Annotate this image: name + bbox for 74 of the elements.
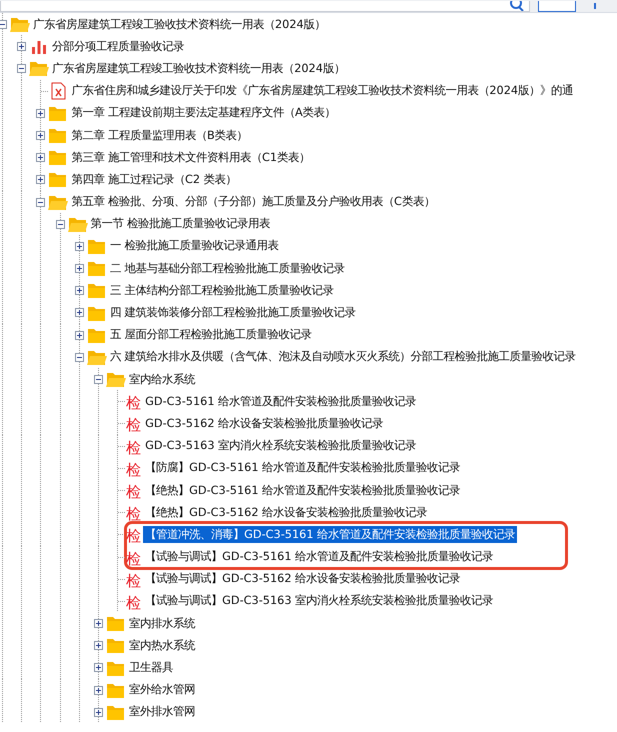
tree-item[interactable]: GD-C3-5162 给水设备安装检验批质量验收记录 [143, 414, 386, 432]
open-folder-icon [106, 370, 126, 388]
folder-icon [106, 614, 126, 632]
inspection-mark: 检 [126, 462, 142, 479]
tree-item[interactable]: 第三章 施工管理和技术文件资料用表（C1类表） [69, 148, 312, 166]
folder-icon [48, 126, 68, 144]
tree-item[interactable]: 二 地基与基础分部工程检验批施工质量验收记录 [108, 260, 346, 277]
inspection-mark: 检 [126, 506, 142, 524]
tree-item[interactable]: 五 屋面分部工程检验批施工质量验收记录 [108, 326, 314, 344]
tree-item[interactable]: 六 建筑给水排水及供暖（含气体、泡沫及自动喷水灭火系统）分部工程检验批施工质量验收记录 [108, 348, 578, 366]
search-icon[interactable] [510, 1, 524, 11]
tree-item[interactable]: 第一节 检验批施工质量验收记录用表 [88, 215, 272, 232]
tree-item[interactable]: 室内排水系统 [126, 614, 197, 632]
tree-item[interactable]: 室内给水系统 [126, 370, 197, 388]
expander-toggle[interactable] [74, 352, 84, 362]
tree-item[interactable]: 广东省房屋建筑工程竣工验收技术资料统一用表（2024版） [31, 16, 328, 33]
expander-toggle[interactable] [94, 663, 103, 672]
tree-item[interactable]: 【试验与调试】GD-C3-5161 给水管道及配件安装检验批质量验收记录 [143, 548, 496, 566]
folder-icon [86, 281, 107, 300]
inspection-mark: 检 [126, 484, 142, 502]
tree-item[interactable]: 【绝热】GD-C3-5162 给水设备安装检验批质量验收记录 [143, 504, 430, 521]
inspection-mark: 检 [126, 417, 142, 434]
expander-toggle[interactable] [74, 308, 84, 318]
tree-item[interactable]: 广东省房屋建筑工程竣工验收技术资料统一用表（2024版） [50, 60, 347, 77]
add-button[interactable] [538, 1, 576, 12]
expander-toggle[interactable] [74, 286, 84, 296]
tree-item[interactable]: 三 主体结构分部工程检验批施工质量验收记录 [108, 282, 336, 299]
inspection-mark: 检 [126, 528, 142, 546]
tree-item[interactable]: 第五章 检验批、分项、分部（子分部）施工质量及分户验收用表（C类表） [69, 193, 437, 210]
tree-item[interactable]: 【试验与调试】GD-C3-5162 给水设备安装检验批质量验收记录 [143, 570, 462, 588]
folder-icon [86, 259, 107, 278]
expander-toggle[interactable] [36, 108, 46, 118]
tree-item[interactable]: 第一章 工程建设前期主要法定基建程序文件（A类表） [69, 104, 338, 122]
tree-item[interactable]: GD-C3-5163 室内消火栓系统安装检验批质量验收记录 [143, 437, 418, 454]
tree-item[interactable]: 【绝热】GD-C3-5161 给水管道及配件安装检验批质量验收记录 [143, 482, 462, 499]
tree-item[interactable]: 第四章 施工过程记录（C2 类表） [69, 170, 239, 188]
expander-toggle[interactable] [56, 220, 65, 229]
expander-toggle[interactable] [94, 686, 103, 695]
expander-toggle[interactable] [17, 64, 26, 74]
tree-item[interactable]: 室外给水管网 [126, 681, 197, 698]
expander-toggle[interactable] [74, 330, 84, 340]
tree-item[interactable]: GD-C3-5161 给水管道及配件安装检验批质量验收记录 [143, 392, 418, 410]
folder-icon [48, 170, 68, 188]
tree-item[interactable]: 四 建筑装饰装修分部工程检验批施工质量验收记录 [108, 304, 358, 322]
inspection-mark: 检 [126, 594, 142, 612]
folder-icon [106, 636, 126, 654]
expander-toggle[interactable] [36, 153, 46, 162]
expander-toggle[interactable] [94, 641, 103, 650]
tree-item[interactable]: 广东省住房和城乡建设厅关于印发《广东省房屋建筑工程竣工验收技术资料统一用表（2024版）》的通 [69, 82, 576, 100]
tree-item[interactable]: 室外排水管网 [126, 703, 197, 720]
tree-item[interactable]: 【管道冲洗、消毒】GD-C3-5161 给水管道及配件安装检验批质量验收记录 [143, 526, 518, 543]
inspection-mark: 检 [126, 440, 142, 457]
expander-toggle[interactable] [74, 242, 84, 251]
tree-item[interactable]: 一 检验批施工质量验收记录通用表 [108, 237, 280, 254]
tree-item[interactable]: 【试验与调试】GD-C3-5163 室内消火栓系统安装检验批质量验收记录 [143, 592, 496, 610]
tree-item[interactable]: 室内热水系统 [126, 636, 197, 654]
expander-toggle[interactable] [94, 375, 103, 384]
folder-icon [48, 148, 68, 166]
expander-toggle[interactable] [94, 708, 103, 717]
expander-toggle[interactable] [36, 198, 46, 206]
open-folder-icon [10, 15, 30, 34]
inspection-mark: 检 [126, 395, 142, 412]
expander-toggle[interactable] [17, 42, 26, 52]
tree-item[interactable]: 卫生器具 [126, 659, 175, 676]
tree-item[interactable]: 分部分项工程质量验收记录 [50, 38, 186, 55]
tree-item[interactable]: 【防腐】GD-C3-5161 给水管道及配件安装检验批质量验收记录 [143, 459, 462, 476]
expander-toggle[interactable] [36, 175, 46, 184]
open-folder-icon [29, 59, 50, 78]
expander-toggle[interactable] [74, 264, 84, 274]
expander-toggle[interactable] [94, 619, 103, 628]
expander-toggle[interactable] [36, 130, 46, 140]
expander-toggle[interactable] [0, 20, 7, 29]
inspection-mark: 检 [126, 572, 142, 590]
tree-item[interactable]: 第二章 工程质量监理用表（B类表） [69, 126, 250, 144]
